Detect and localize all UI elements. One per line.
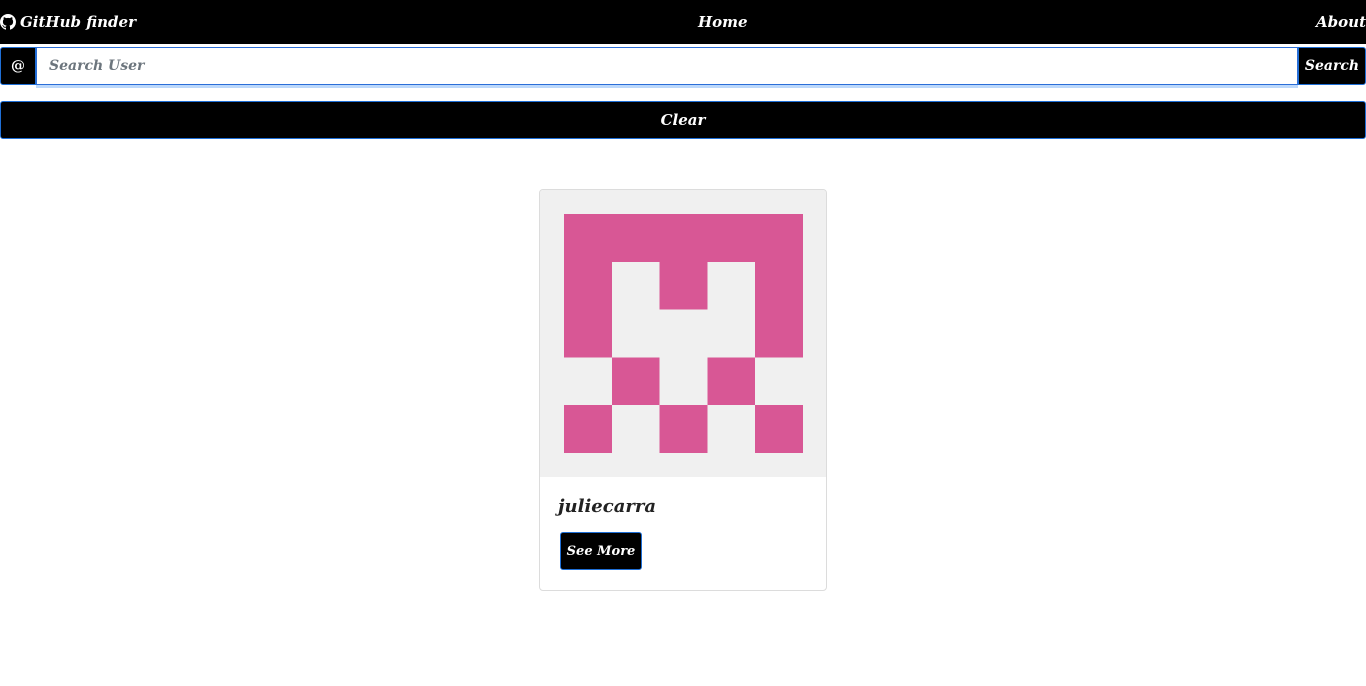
nav-home-link[interactable]: Home	[698, 0, 748, 44]
clear-button[interactable]: Clear	[0, 101, 1366, 139]
brand-label: GitHub finder	[20, 13, 136, 31]
user-card: juliecarra See More	[539, 189, 827, 591]
github-icon	[0, 14, 16, 30]
search-form: @ Search	[0, 47, 1366, 85]
avatar	[540, 190, 826, 477]
at-prefix-addon: @	[0, 47, 36, 85]
see-more-button[interactable]: See More	[560, 532, 642, 570]
brand-link[interactable]: GitHub finder	[0, 0, 136, 44]
username: juliecarra	[558, 496, 656, 517]
search-button[interactable]: Search	[1298, 47, 1366, 85]
nav-about-link[interactable]: About	[1316, 0, 1366, 44]
search-user-input[interactable]	[36, 47, 1298, 85]
top-navbar: GitHub finder Home About	[0, 0, 1366, 44]
